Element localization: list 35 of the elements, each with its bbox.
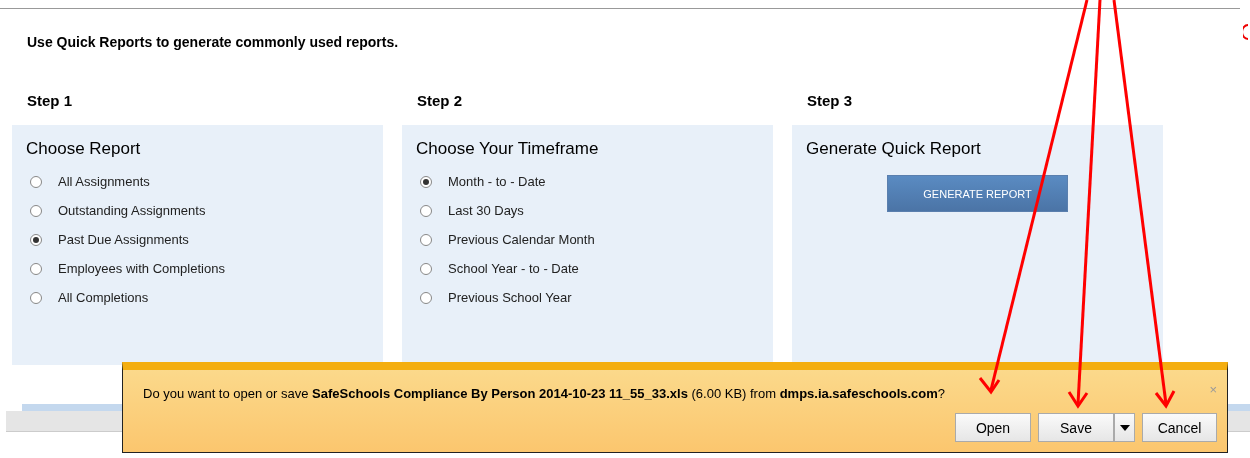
option-label: Last 30 Days [448, 203, 524, 218]
option-label: Outstanding Assignments [58, 203, 206, 218]
radio-button[interactable] [420, 233, 432, 246]
radio-button[interactable] [30, 233, 42, 246]
radio-button[interactable] [420, 175, 432, 188]
intro-text: Use Quick Reports to generate commonly used reports. [27, 34, 400, 50]
step-label: Step 1 [27, 92, 73, 109]
dropdown-button[interactable] [1114, 413, 1135, 442]
radio-button[interactable] [420, 204, 432, 217]
radio-button[interactable] [420, 291, 432, 304]
radio-button[interactable] [30, 204, 42, 217]
arc-icon [1243, 24, 1249, 40]
save-button[interactable]: Save [1038, 413, 1114, 442]
panel-title: Choose Report [26, 139, 142, 159]
panel-title: Choose Your Timeframe [416, 139, 600, 159]
radio-button[interactable] [30, 262, 42, 275]
option-label: Past Due Assignments [58, 232, 189, 247]
option-label: Previous Calendar Month [448, 232, 595, 247]
caret-icon [1119, 424, 1130, 431]
option-label: Month - to - Date [448, 174, 546, 189]
download-action-button[interactable]: Open [955, 413, 1031, 442]
generate-report-button[interactable]: GENERATE REPORT [887, 175, 1068, 212]
radio-button[interactable] [420, 262, 432, 275]
radio-button[interactable] [30, 175, 42, 188]
step-label: Step 2 [417, 92, 463, 109]
radio-button[interactable] [30, 291, 42, 304]
option-label: All Completions [58, 290, 149, 305]
download-action-button[interactable]: Cancel [1142, 413, 1217, 442]
option-label: Employees with Completions [58, 261, 225, 276]
option-label: Previous School Year [448, 290, 572, 305]
download-message: Do you want to open or save SafeSchools Compliance By Person 2014-10-23 11_55_33.xls (6.00 KB) from dmps.ia.safeschools.com? [143, 386, 946, 401]
option-label: School Year - to - Date [448, 261, 579, 276]
step-label: Step 3 [807, 92, 853, 109]
option-label: All Assignments [58, 174, 150, 189]
panel-title: Generate Quick Report [806, 139, 982, 159]
